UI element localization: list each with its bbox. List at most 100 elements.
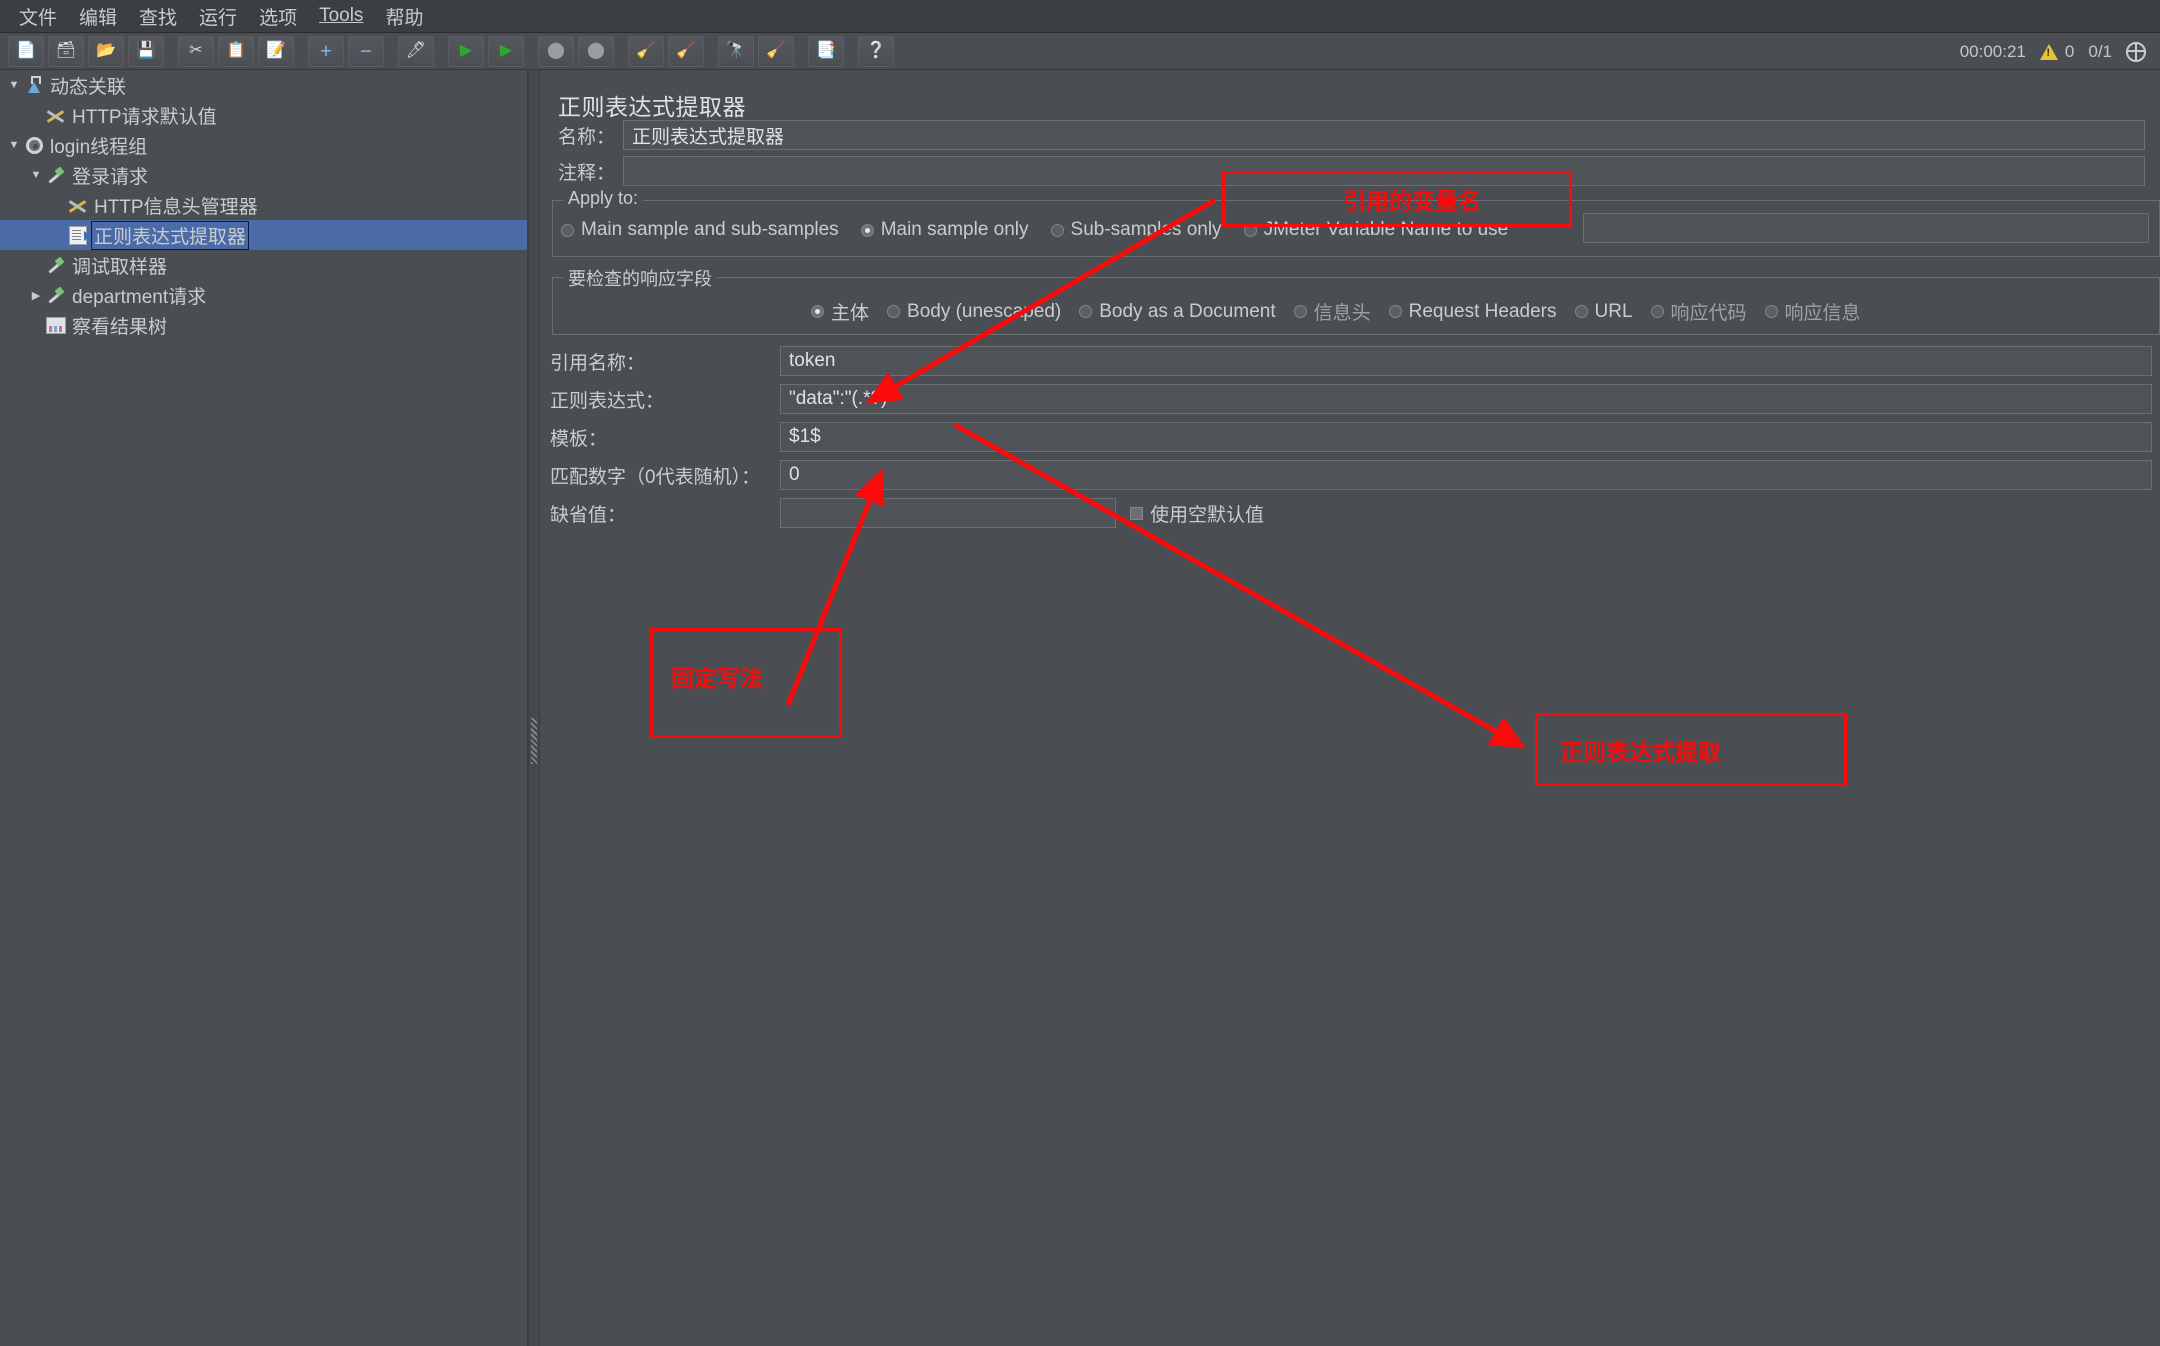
help-button[interactable]: ❔ bbox=[858, 35, 894, 67]
view-results-tree-icon bbox=[44, 316, 68, 334]
tree-node-label: HTTP请求默认值 bbox=[72, 106, 217, 128]
paste-button[interactable]: 📝 bbox=[258, 35, 294, 67]
tree-expand-toggle-open-icon[interactable]: ▼ bbox=[6, 139, 22, 151]
tree-node-4[interactable]: ▸HTTP信息头管理器 bbox=[0, 190, 527, 220]
radio-jmeter-variable-name[interactable]: JMeter Variable Name to use bbox=[1243, 219, 1508, 241]
open-button[interactable]: 📂 bbox=[88, 35, 124, 67]
templates-button[interactable]: 🗃 bbox=[48, 35, 84, 67]
template-input[interactable] bbox=[780, 422, 2152, 452]
clear-all-button[interactable]: 🧹 bbox=[668, 35, 704, 67]
search-button[interactable]: 🔭 bbox=[718, 35, 754, 67]
match-number-input[interactable] bbox=[780, 460, 2152, 490]
name-label: 名称： bbox=[558, 126, 616, 148]
tree-node-label: login线程组 bbox=[50, 136, 148, 158]
function-helper-button[interactable]: 📑 bbox=[808, 35, 844, 67]
comment-input[interactable] bbox=[623, 156, 2145, 186]
radio-icon bbox=[1293, 305, 1307, 318]
use-empty-default-value-checkbox[interactable]: 使用空默认值 bbox=[1130, 500, 1264, 527]
view-results-tree-icon-shape bbox=[46, 316, 66, 334]
debug-sampler-pipette-icon bbox=[44, 256, 68, 274]
menu-item-run[interactable]: 运行 bbox=[188, 1, 248, 32]
radio-main-sample-only[interactable]: Main sample only bbox=[860, 219, 1029, 241]
tree-expand-toggle-closed-icon[interactable]: ▶ bbox=[28, 289, 44, 302]
element-detail-panel: 正则表达式提取器 名称： 注释： Apply to: Main sample a… bbox=[540, 70, 2160, 1346]
tree-node-3[interactable]: ▼ 登录请求 bbox=[0, 160, 527, 190]
reference-name-input[interactable] bbox=[780, 346, 2152, 376]
toggle-button[interactable]: 🖊 bbox=[398, 35, 434, 67]
scissors-icon: ✂ bbox=[189, 42, 203, 59]
clear-button[interactable]: 🧹 bbox=[628, 35, 664, 67]
reference-name-row: 引用名称： bbox=[550, 346, 2160, 376]
stop-button[interactable]: ⬤ bbox=[538, 35, 574, 67]
radio-request-headers[interactable]: Request Headers bbox=[1388, 300, 1557, 323]
split-divider[interactable] bbox=[528, 70, 540, 1346]
radio-response-headers[interactable]: 信息头 bbox=[1293, 298, 1371, 325]
broom-clear-all-icon: 🧹 bbox=[676, 42, 696, 59]
radio-label: Main sample and sub-samples bbox=[581, 219, 839, 240]
radio-url[interactable]: URL bbox=[1574, 301, 1633, 323]
tree-node-label: 正则表达式提取器 bbox=[90, 220, 250, 250]
start-button[interactable]: ▶ bbox=[448, 35, 484, 67]
radio-body[interactable]: 主体 bbox=[811, 298, 869, 325]
regular-expression-input[interactable] bbox=[780, 384, 2152, 414]
radio-body-unescaped[interactable]: Body (unescaped) bbox=[887, 301, 1061, 323]
tree-node-0[interactable]: ▼ 动态关联 bbox=[0, 70, 527, 100]
menu-item-tools-label: Tools bbox=[319, 5, 364, 26]
warning-count: 0 bbox=[2064, 41, 2075, 61]
page-title: 正则表达式提取器 bbox=[558, 94, 746, 120]
menu-item-search[interactable]: 查找 bbox=[128, 1, 188, 32]
test-plan-flask-icon bbox=[22, 76, 46, 94]
default-value-label: 缺省值： bbox=[550, 504, 627, 526]
start-no-pauses-button[interactable]: ▶ bbox=[488, 35, 524, 67]
expand-all-button[interactable]: + bbox=[308, 35, 344, 67]
radio-icon bbox=[1650, 305, 1664, 318]
thread-group-gear-icon-shape bbox=[25, 136, 43, 154]
radio-label: Body (unescaped) bbox=[907, 300, 1062, 322]
new-test-plan-button[interactable]: 📄 bbox=[8, 35, 44, 67]
tree-expand-toggle-open-icon[interactable]: ▼ bbox=[6, 79, 22, 91]
reset-search-button[interactable]: 🧹 bbox=[758, 35, 794, 67]
name-input[interactable] bbox=[623, 120, 2145, 150]
menu-item-help[interactable]: 帮助 bbox=[374, 1, 434, 32]
collapse-all-button[interactable]: − bbox=[348, 35, 384, 67]
globe-icon[interactable] bbox=[2126, 41, 2146, 62]
radio-response-code[interactable]: 响应代码 bbox=[1650, 298, 1747, 325]
tree-node-7[interactable]: ▶ department请求 bbox=[0, 280, 527, 310]
tree-node-1[interactable]: ▸HTTP请求默认值 bbox=[0, 100, 527, 130]
play-green-icon: ▶ bbox=[459, 42, 473, 59]
radio-main-sample-and-sub-samples[interactable]: Main sample and sub-samples bbox=[561, 219, 839, 241]
test-plan-tree[interactable]: ▼ 动态关联▸HTTP请求默认值 ▼ login线程组 ▼ 登录请求▸HTTP信息头管理器… bbox=[0, 70, 528, 1346]
regular-expression-row: 正则表达式： bbox=[550, 384, 2160, 414]
copy-icon: 📋 bbox=[226, 42, 246, 59]
jmeter-variable-name-input[interactable] bbox=[1583, 213, 2149, 243]
shutdown-button[interactable]: ⬤ bbox=[578, 35, 614, 67]
radio-response-message[interactable]: 响应信息 bbox=[1764, 298, 1861, 325]
warning-indicator[interactable]: 0 bbox=[2039, 41, 2075, 62]
tree-node-5[interactable]: ▸正则表达式提取器 bbox=[0, 220, 527, 250]
active-threads-count: 0/1 bbox=[2088, 41, 2112, 61]
copy-button[interactable]: 📋 bbox=[218, 35, 254, 67]
menu-item-options[interactable]: 选项 bbox=[248, 1, 308, 32]
tree-node-8[interactable]: ▸察看结果树 bbox=[0, 310, 527, 340]
tree-node-6[interactable]: ▸调试取样器 bbox=[0, 250, 527, 280]
radio-body-as-a-document[interactable]: Body as a Document bbox=[1079, 301, 1276, 323]
toggle-pencil-icon: 🖊 bbox=[405, 42, 427, 59]
tree-node-label: department请求 bbox=[72, 286, 207, 308]
default-value-input[interactable] bbox=[780, 498, 1116, 528]
tree-node-2[interactable]: ▼ login线程组 bbox=[0, 130, 527, 160]
save-button[interactable]: 💾 bbox=[128, 35, 164, 67]
menu-item-edit[interactable]: 编辑 bbox=[68, 1, 128, 32]
cut-button[interactable]: ✂ bbox=[178, 35, 214, 67]
tree-expand-toggle-open-icon[interactable]: ▼ bbox=[28, 169, 44, 181]
menu-item-file[interactable]: 文件 bbox=[8, 1, 68, 32]
radio-icon-selected bbox=[860, 223, 874, 237]
binoculars-icon: 🔭 bbox=[726, 42, 746, 59]
radio-label: Request Headers bbox=[1408, 300, 1557, 322]
split-divider-grip[interactable] bbox=[531, 718, 537, 764]
radio-sub-samples-only[interactable]: Sub-samples only bbox=[1050, 219, 1222, 241]
tree-node-label: HTTP信息头管理器 bbox=[94, 196, 258, 218]
debug-sampler-pipette-icon-shape bbox=[47, 256, 65, 274]
toolbar-button-group: 📄 🗃 📂 💾 ✂ 📋 📝 + − 🖊 ▶ ▶ ⬤ ⬤ 🧹 🧹 🔭 🧹 📑 ❔ bbox=[8, 35, 898, 67]
menu-item-tools[interactable]: Tools bbox=[308, 3, 374, 29]
default-value-row: 缺省值： 使用空默认值 bbox=[550, 498, 2160, 528]
